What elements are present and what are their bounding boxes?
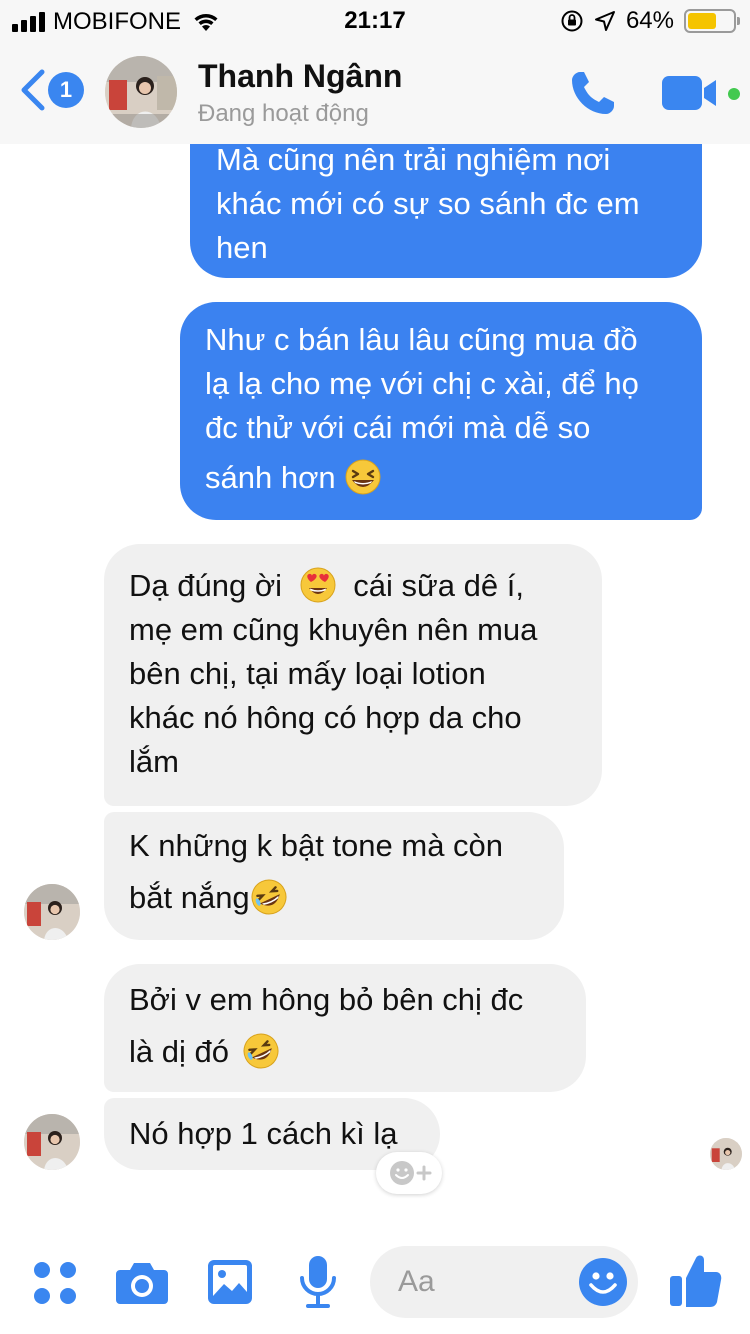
avatar-photo-icon bbox=[710, 1138, 742, 1170]
location-icon bbox=[594, 11, 615, 31]
camera-icon[interactable] bbox=[114, 1258, 170, 1308]
message-line: là dị đó bbox=[129, 1034, 229, 1069]
photo-gallery-icon[interactable] bbox=[206, 1258, 254, 1306]
message-line: Nó hợp 1 cách kì lạ bbox=[129, 1116, 398, 1151]
message-line: mẹ em cũng khuyên nên mua bbox=[129, 612, 538, 647]
message-line: sánh hơn bbox=[205, 460, 336, 495]
unread-badge: 1 bbox=[48, 72, 84, 108]
orientation-lock-icon bbox=[561, 10, 583, 32]
message-line-with-emoji: bắt nắng bbox=[129, 876, 544, 920]
message-line: đc thử với cái mới mà dễ so bbox=[205, 410, 591, 445]
message-line-with-emoji: Dạ đúng ời cái sữa dê í, bbox=[129, 564, 582, 608]
avatar-photo-icon bbox=[24, 1114, 80, 1170]
contact-name[interactable]: Thanh Ngânn bbox=[198, 58, 402, 95]
rofl-emoji-icon bbox=[243, 1033, 279, 1069]
message-bubble-received[interactable]: Dạ đúng ời cái sữa dê í, mẹ em cũng khuy… bbox=[104, 544, 602, 806]
message-bubble-received[interactable]: K những k bật tone mà còn bắt nắng bbox=[104, 812, 564, 940]
message-line: khác mới có sự so sánh đc em bbox=[216, 186, 640, 221]
online-indicator bbox=[728, 88, 740, 100]
avatar-photo-icon bbox=[24, 884, 80, 940]
message-line: khác nó hông có hợp da cho bbox=[129, 700, 522, 735]
message-line: K những k bật tone mà còn bbox=[129, 828, 504, 863]
video-camera-icon[interactable] bbox=[660, 72, 724, 114]
message-composer bbox=[0, 1234, 750, 1334]
contact-status: Đang hoạt động bbox=[198, 100, 369, 127]
back-button[interactable]: 1 bbox=[18, 68, 84, 112]
emoji-picker-icon[interactable] bbox=[578, 1257, 628, 1307]
message-line: lạ lạ cho mẹ với chị c xài, để họ bbox=[205, 366, 639, 401]
more-actions-icon[interactable] bbox=[30, 1258, 80, 1308]
contact-avatar-small[interactable] bbox=[24, 884, 80, 940]
battery-icon bbox=[684, 9, 740, 33]
seen-receipt-avatar bbox=[710, 1138, 742, 1170]
chevron-left-icon bbox=[21, 69, 45, 111]
message-line: bắt nắng bbox=[129, 880, 250, 915]
message-line: Bởi v em hông bỏ bên chị đc bbox=[129, 982, 524, 1017]
message-line: bên chị, tại mấy loại lotion bbox=[129, 656, 486, 691]
status-right: 64% bbox=[560, 7, 740, 35]
message-bubble-sent[interactable]: Mà cũng nên trải nghiệm nơi khác mới có … bbox=[190, 124, 702, 278]
thumbs-up-icon[interactable] bbox=[668, 1252, 722, 1310]
message-line-with-emoji: là dị đó bbox=[129, 1030, 566, 1074]
message-line: Dạ đúng ời bbox=[129, 568, 283, 603]
message-line: lắm bbox=[129, 744, 179, 779]
battery-fill bbox=[688, 13, 717, 29]
phone-icon[interactable] bbox=[566, 66, 620, 120]
message-line: hen bbox=[216, 230, 268, 265]
add-reaction-icon bbox=[390, 1161, 432, 1185]
microphone-icon[interactable] bbox=[296, 1254, 340, 1310]
contact-avatar[interactable] bbox=[105, 56, 177, 128]
message-bubble-sent[interactable]: Như c bán lâu lâu cũng mua đồ lạ lạ cho … bbox=[180, 302, 702, 520]
message-input[interactable] bbox=[398, 1260, 588, 1304]
heart-eyes-emoji-icon bbox=[300, 567, 336, 603]
message-bubble-received[interactable]: Bởi v em hông bỏ bên chị đc là dị đó bbox=[104, 964, 586, 1092]
status-bar: MOBIFONE 21:17 64% bbox=[0, 0, 750, 42]
laughing-emoji-icon bbox=[345, 459, 381, 495]
battery-percent: 64% bbox=[625, 7, 674, 34]
add-reaction-button[interactable] bbox=[376, 1152, 442, 1194]
message-line: Như c bán lâu lâu cũng mua đồ bbox=[205, 322, 638, 357]
message-line-with-emoji: sánh hơn bbox=[205, 456, 678, 500]
avatar-photo-icon bbox=[105, 56, 177, 128]
rofl-emoji-icon bbox=[251, 879, 287, 915]
message-line: Mà cũng nên trải nghiệm nơi bbox=[216, 142, 611, 177]
chat-header: 1 Thanh Ngânn Đang hoạt động bbox=[0, 42, 750, 144]
message-line: cái sữa dê í, bbox=[353, 568, 524, 603]
contact-avatar-small[interactable] bbox=[24, 1114, 80, 1170]
